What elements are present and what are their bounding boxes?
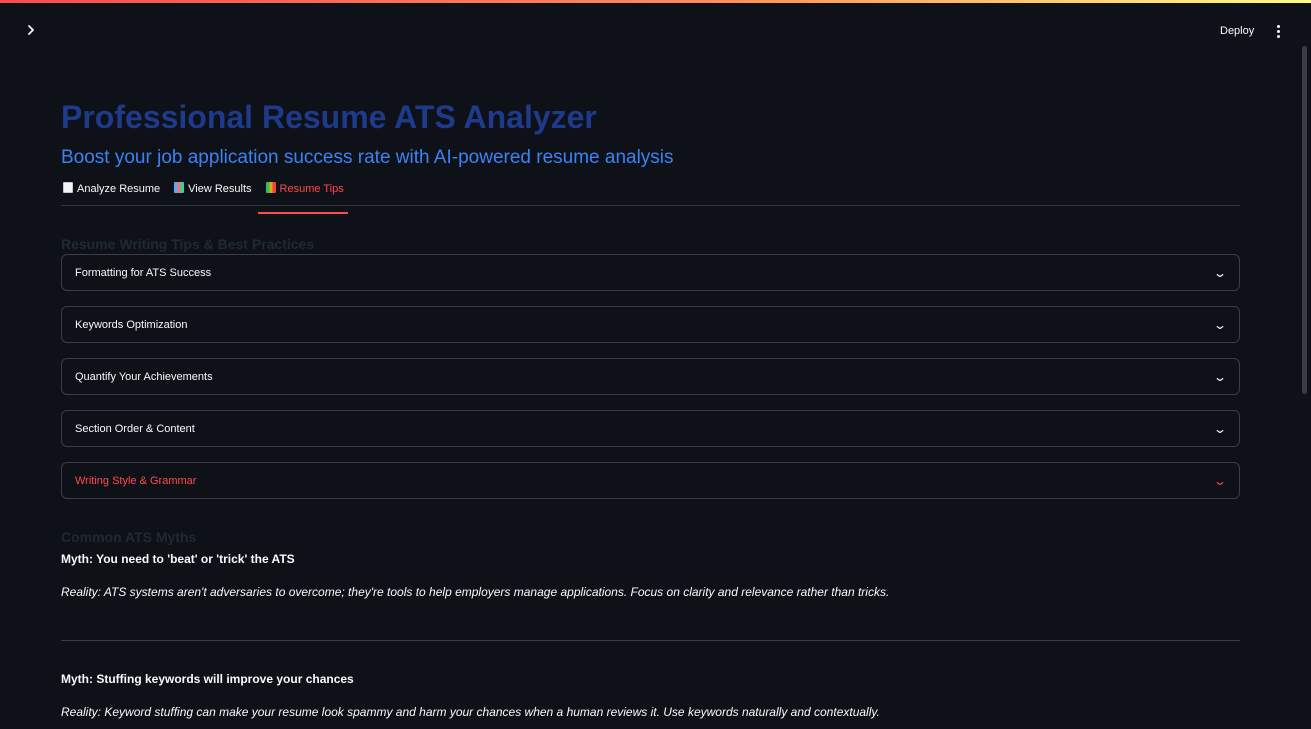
expander-writing-style[interactable]: Writing Style & Grammar ⌄ [61, 462, 1240, 499]
books-icon [265, 182, 276, 193]
chevron-down-icon: ⌄ [1212, 265, 1228, 280]
tab-label: View Results [188, 183, 252, 195]
chevron-down-icon: ⌄ [1212, 369, 1228, 384]
tab-analyze-resume[interactable]: Analyze Resume [61, 178, 162, 205]
expander-section-order[interactable]: Section Order & Content ⌄ [61, 410, 1240, 447]
myths-heading: Common ATS Myths [61, 529, 197, 545]
chevron-down-icon: ⌄ [1212, 421, 1228, 436]
chevron-right-icon[interactable] [22, 23, 40, 41]
tab-label: Analyze Resume [77, 183, 161, 195]
myth-question: Myth: You need to 'beat' or 'trick' the … [61, 552, 295, 566]
page-title: Professional Resume ATS Analyzer [61, 99, 597, 135]
tab-bar: Analyze Resume View Results Resume Tips [61, 178, 1240, 214]
page-subtitle: Boost your job application success rate … [61, 147, 674, 168]
expander-label: Quantify Your Achievements [75, 370, 213, 383]
kebab-menu-icon[interactable] [1270, 22, 1286, 40]
myth-reality: Reality: ATS systems aren't adversaries … [61, 585, 890, 599]
document-icon [63, 182, 73, 193]
divider [61, 640, 1240, 641]
expander-formatting[interactable]: Formatting for ATS Success ⌄ [61, 254, 1240, 291]
expander-label: Writing Style & Grammar [75, 474, 197, 487]
tips-heading: Resume Writing Tips & Best Practices [61, 236, 315, 252]
deploy-button[interactable]: Deploy [1214, 22, 1260, 40]
myth-reality: Reality: Keyword stuffing can make your … [61, 705, 880, 719]
expander-label: Formatting for ATS Success [75, 266, 212, 279]
bar-chart-icon [174, 182, 185, 193]
expander-quantify[interactable]: Quantify Your Achievements ⌄ [61, 358, 1240, 395]
scrollbar[interactable] [1302, 46, 1307, 394]
expander-label: Keywords Optimization [75, 318, 188, 331]
main-content: Professional Resume ATS Analyzer Boost y… [61, 90, 1240, 720]
tab-view-results[interactable]: View Results [172, 178, 253, 205]
chevron-down-icon: ⌄ [1212, 473, 1228, 488]
tab-label: Resume Tips [279, 183, 344, 195]
tab-resume-tips[interactable]: Resume Tips [257, 178, 348, 214]
expander-keywords[interactable]: Keywords Optimization ⌄ [61, 306, 1240, 343]
expander-label: Section Order & Content [75, 422, 195, 435]
app-header: Deploy [0, 3, 1311, 59]
myth-question: Myth: Stuffing keywords will improve you… [61, 672, 354, 686]
chevron-down-icon: ⌄ [1212, 317, 1228, 332]
